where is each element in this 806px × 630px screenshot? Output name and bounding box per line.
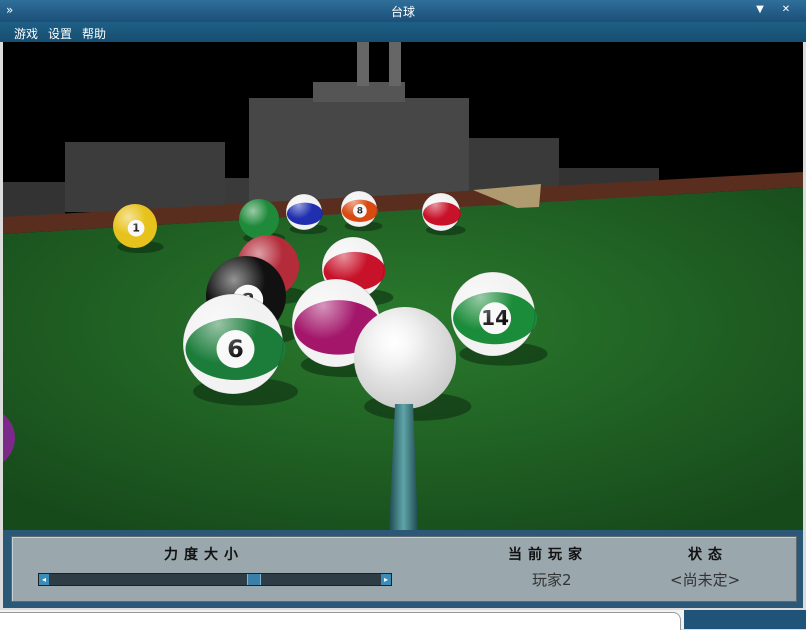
current-player-value: 玩家2 (532, 571, 572, 589)
power-label: 力度大小 (164, 547, 244, 563)
title-bar: » 台球 ▼ ✕ (0, 0, 806, 22)
game-viewport[interactable]: 188146 (3, 42, 803, 530)
bottom-strip (0, 610, 806, 630)
close-icon[interactable]: ✕ (778, 3, 794, 17)
slider-thumb[interactable] (247, 574, 261, 585)
minimize-icon[interactable]: ▼ (752, 3, 768, 17)
control-panel-inner: 力度大小 ◂ ▸ 当前玩家 玩家2 状态 <尚未定> (11, 536, 797, 602)
power-slider[interactable]: ◂ ▸ (38, 573, 392, 586)
table-scene[interactable]: 188146 (3, 42, 803, 530)
slider-left-icon[interactable]: ◂ (39, 574, 49, 585)
status-value: <尚未定> (670, 571, 741, 589)
menu-help[interactable]: 帮助 (82, 25, 106, 42)
current-player-label: 当前玩家 (508, 547, 588, 563)
status-label: 状态 (688, 547, 728, 563)
menu-game[interactable]: 游戏 (14, 25, 38, 42)
menu-bar: 游戏 设置 帮助 (0, 22, 806, 42)
window-title: 台球 (390, 5, 415, 19)
menu-settings[interactable]: 设置 (48, 25, 72, 42)
status-bar (0, 612, 681, 630)
control-panel: 力度大小 ◂ ▸ 当前玩家 玩家2 状态 <尚未定> (3, 530, 803, 608)
slider-right-icon[interactable]: ▸ (381, 574, 391, 585)
status-bar-right (684, 610, 806, 629)
